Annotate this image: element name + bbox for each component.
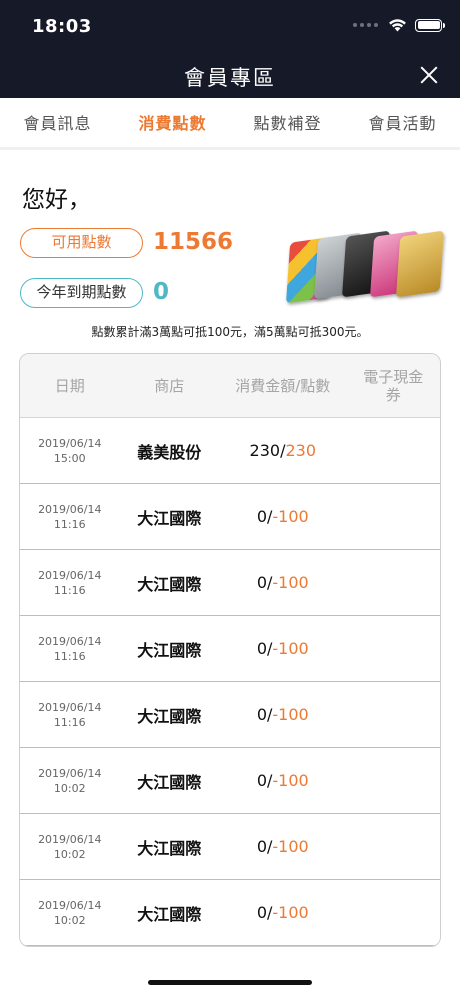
row-cash-voucher [346, 418, 440, 483]
row-datetime: 2019/06/14 11:16 [38, 502, 102, 531]
header-date: 日期 [54, 376, 85, 395]
row-amount-points: 0/-100 [256, 903, 309, 922]
table-row[interactable]: 2019/06/14 15:00 義美股份 230/230 [20, 418, 440, 484]
available-points-value: 11566 [153, 229, 234, 255]
tab-bar: 會員訊息 消費點數 點數補登 會員活動 [0, 98, 460, 150]
wifi-icon [389, 19, 406, 32]
points-rule-note: 點數累計滿3萬點可抵100元，滿5萬點可抵300元。 [91, 325, 369, 339]
row-amount-points: 230/230 [249, 441, 316, 460]
home-indicator[interactable] [148, 980, 312, 985]
row-store: 大江國際 [137, 508, 202, 528]
row-store: 大江國際 [137, 838, 202, 858]
tab-points[interactable]: 消費點數 [115, 98, 230, 147]
row-store: 義美股份 [137, 442, 202, 462]
signal-dots-icon [353, 23, 378, 27]
status-icons [353, 18, 445, 32]
table-row[interactable]: 2019/06/14 11:16 大江國際 0/-100 [20, 550, 440, 616]
row-amount-points: 0/-100 [256, 705, 309, 724]
tab-member-events[interactable]: 會員活動 [345, 98, 460, 147]
status-time: 18:03 [32, 16, 92, 37]
row-datetime: 2019/06/14 10:02 [38, 766, 102, 795]
row-datetime: 2019/06/14 10:02 [38, 832, 102, 861]
row-store: 大江國際 [137, 904, 202, 924]
table-row[interactable]: 2019/06/14 11:16 大江國際 0/-100 [20, 484, 440, 550]
row-datetime: 2019/06/14 11:16 [38, 568, 102, 597]
row-amount-points: 0/-100 [256, 573, 309, 592]
row-datetime: 2019/06/14 10:02 [38, 898, 102, 927]
tab-member-news[interactable]: 會員訊息 [0, 98, 115, 147]
row-cash-voucher [346, 484, 440, 549]
close-icon[interactable] [420, 66, 438, 84]
row-cash-voucher [346, 814, 440, 879]
row-datetime: 2019/06/14 11:16 [38, 700, 102, 729]
table-header: 日期 商店 消費金額/點數 電子現金券 [20, 354, 440, 418]
row-store: 大江國際 [137, 640, 202, 660]
header-cash-voucher: 電子現金券 [363, 367, 424, 404]
tab-points-makeup[interactable]: 點數補登 [230, 98, 345, 147]
row-cash-voucher [346, 748, 440, 813]
row-amount-points: 0/-100 [256, 837, 309, 856]
table-row[interactable]: 2019/06/14 10:02 大江國際 0/-100 [20, 814, 440, 880]
header-store: 商店 [154, 376, 185, 395]
row-cash-voucher [346, 550, 440, 615]
transactions-table: 日期 商店 消費金額/點數 電子現金券 2019/06/14 15:00 義美股份… [19, 353, 441, 947]
card-gold [395, 230, 445, 298]
row-datetime: 2019/06/14 15:00 [38, 436, 102, 465]
row-datetime: 2019/06/14 11:16 [38, 634, 102, 663]
row-amount-points: 0/-100 [256, 639, 309, 658]
expiring-points-label: 今年到期點數 [20, 278, 143, 308]
row-cash-voucher [346, 616, 440, 681]
row-amount-points: 0/-100 [256, 507, 309, 526]
battery-icon [415, 18, 445, 32]
table-row[interactable]: 2019/06/14 10:02 大江國際 0/-100 [20, 748, 440, 814]
available-points-label: 可用點數 [20, 228, 143, 258]
row-cash-voucher [346, 682, 440, 747]
table-row[interactable]: 2019/06/14 10:02 大江國際 0/-100 [20, 880, 440, 946]
row-store: 大江國際 [137, 772, 202, 792]
row-store: 大江國際 [137, 574, 202, 594]
greeting: 您好， [22, 187, 91, 213]
row-amount-points: 0/-100 [256, 771, 309, 790]
expiring-points-value: 0 [153, 279, 170, 305]
row-cash-voucher [346, 880, 440, 945]
table-row[interactable]: 2019/06/14 11:16 大江國際 0/-100 [20, 616, 440, 682]
table-row[interactable]: 2019/06/14 11:16 大江國際 0/-100 [20, 682, 440, 748]
header-amount-points: 消費金額/點數 [235, 376, 331, 395]
row-store: 大江國際 [137, 706, 202, 726]
member-cards-image [284, 226, 445, 316]
top-bar: 18:03 會員專區 [0, 0, 460, 98]
page-title: 會員專區 [184, 66, 276, 90]
